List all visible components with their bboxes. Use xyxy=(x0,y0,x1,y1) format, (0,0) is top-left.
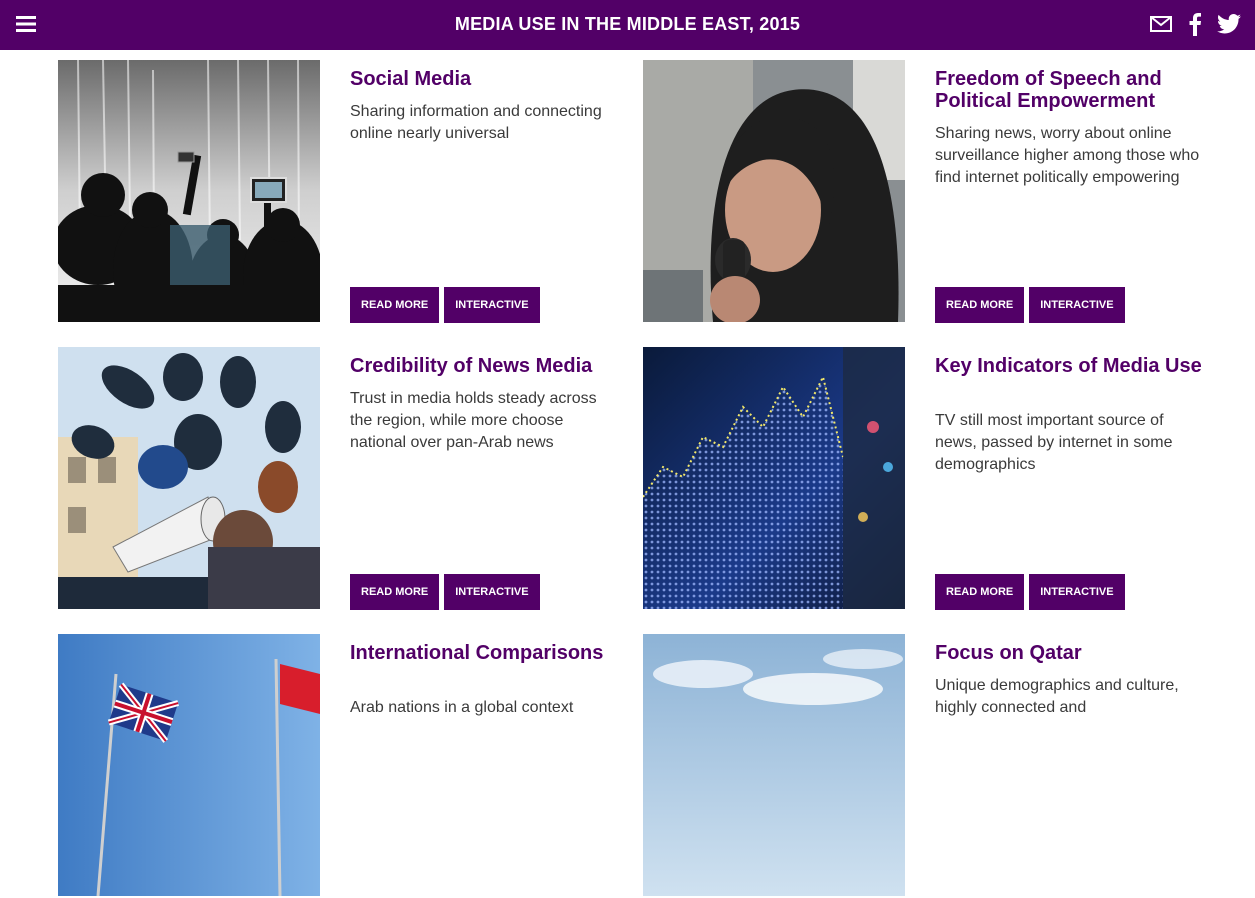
credibility-photo[interactable] xyxy=(58,347,320,609)
card-title[interactable]: Social Media xyxy=(350,68,618,90)
card-freedom-of-speech: Freedom of Speech and Political Empowerm… xyxy=(643,60,1203,324)
card-title[interactable]: Freedom of Speech and Political Empowerm… xyxy=(935,68,1203,112)
card-title[interactable]: International Comparisons xyxy=(350,642,618,664)
interactive-button[interactable]: INTERACTIVE xyxy=(444,287,540,323)
interactive-button[interactable]: INTERACTIVE xyxy=(1029,287,1125,323)
card-credibility-of-news-media: Credibility of News Media Trust in media… xyxy=(58,347,618,611)
card-actions: READ MORE INTERACTIVE xyxy=(350,287,540,323)
card-actions: READ MORE INTERACTIVE xyxy=(935,574,1125,610)
card-description: Unique demographics and culture, highly … xyxy=(935,677,1179,716)
card-description: Trust in media holds steady across the r… xyxy=(350,390,597,451)
card-focus-on-qatar: Focus on Qatar Unique demographics and c… xyxy=(643,634,1203,898)
email-icon[interactable] xyxy=(1149,12,1173,36)
card-international-comparisons: International Comparisons Arab nations i… xyxy=(58,634,618,898)
read-more-button[interactable]: READ MORE xyxy=(350,574,440,610)
focus-on-qatar-photo[interactable] xyxy=(643,634,905,896)
social-media-photo[interactable] xyxy=(58,60,320,322)
card-description: TV still most important source of news, … xyxy=(935,412,1173,473)
freedom-of-speech-photo[interactable] xyxy=(643,60,905,322)
facebook-icon[interactable] xyxy=(1183,12,1207,36)
card-title[interactable]: Key Indicators of Media Use xyxy=(935,355,1203,377)
card-title[interactable]: Focus on Qatar xyxy=(935,642,1203,664)
card-actions: READ MORE INTERACTIVE xyxy=(350,574,540,610)
site-title: MEDIA USE IN THE MIDDLE EAST, 2015 xyxy=(454,14,801,34)
card-title[interactable]: Credibility of News Media xyxy=(350,355,618,377)
card-social-media: Social Media Sharing information and con… xyxy=(58,60,618,324)
card-description: Arab nations in a global context xyxy=(350,699,574,716)
card-description: Sharing information and connecting onlin… xyxy=(350,103,602,142)
read-more-button[interactable]: READ MORE xyxy=(935,287,1025,323)
card-actions: READ MORE INTERACTIVE xyxy=(935,287,1125,323)
twitter-icon[interactable] xyxy=(1217,12,1241,36)
interactive-button[interactable]: INTERACTIVE xyxy=(444,574,540,610)
card-key-indicators: Key Indicators of Media Use TV still mos… xyxy=(643,347,1203,611)
international-comparisons-photo[interactable] xyxy=(58,634,320,896)
key-indicators-photo[interactable] xyxy=(643,347,905,609)
interactive-button[interactable]: INTERACTIVE xyxy=(1029,574,1125,610)
card-description: Sharing news, worry about online surveil… xyxy=(935,125,1200,186)
read-more-button[interactable]: READ MORE xyxy=(935,574,1025,610)
read-more-button[interactable]: READ MORE xyxy=(350,287,440,323)
social-links xyxy=(1149,11,1241,37)
top-navigation-bar: MEDIA USE IN THE MIDDLE EAST, 2015 xyxy=(0,0,1255,50)
